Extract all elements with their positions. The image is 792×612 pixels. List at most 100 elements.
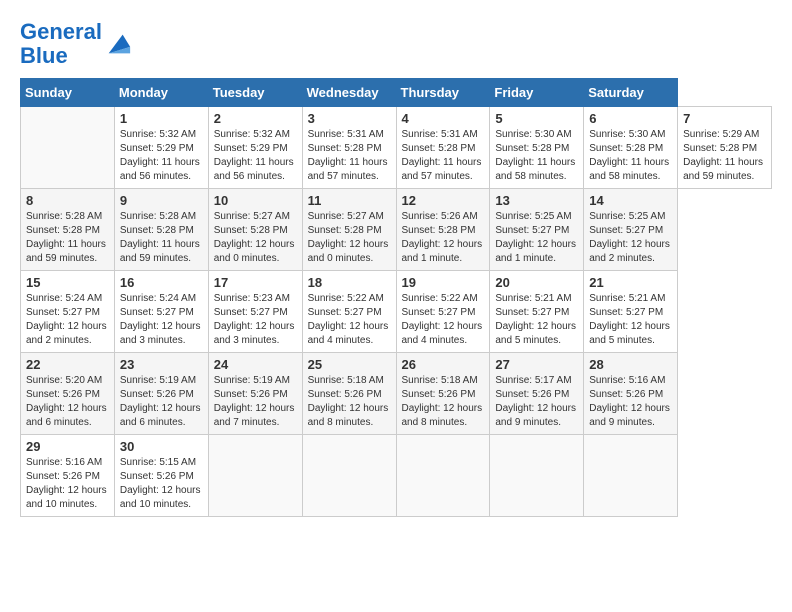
day-info: Sunrise: 5:30 AMSunset: 5:28 PMDaylight:… xyxy=(495,129,575,182)
calendar-cell: 27Sunrise: 5:17 AMSunset: 5:26 PMDayligh… xyxy=(490,353,584,435)
calendar-cell: 2 Sunrise: 5:32 AMSunset: 5:29 PMDaylight… xyxy=(208,107,302,189)
day-number: 7 xyxy=(683,111,766,126)
calendar-cell: 18 Sunrise: 5:22 AMSunset: 5:27 PMDayligh… xyxy=(302,271,396,353)
calendar-cell: 30Sunrise: 5:15 AMSunset: 5:26 PMDayligh… xyxy=(114,435,208,517)
day-number: 13 xyxy=(495,193,578,208)
calendar-cell: 25 Sunrise: 5:18 AMSunset: 5:26 PMDayligh… xyxy=(302,353,396,435)
day-number: 27 xyxy=(495,357,578,372)
calendar-cell: 6 Sunrise: 5:30 AMSunset: 5:28 PMDaylight… xyxy=(584,107,678,189)
calendar-cell: 12 Sunrise: 5:26 AMSunset: 5:28 PMDayligh… xyxy=(396,189,490,271)
calendar-cell xyxy=(396,435,490,517)
calendar-cell: 8 Sunrise: 5:28 AMSunset: 5:28 PMDaylight… xyxy=(21,189,115,271)
calendar-week-row: 29 Sunrise: 5:16 AMSunset: 5:26 PMDayligh… xyxy=(21,435,772,517)
day-number: 22 xyxy=(26,357,109,372)
day-number: 15 xyxy=(26,275,109,290)
calendar-body: 1 Sunrise: 5:32 AMSunset: 5:29 PMDaylight… xyxy=(21,107,772,517)
day-info: Sunrise: 5:22 AMSunset: 5:27 PMDaylight:… xyxy=(308,293,389,346)
calendar-cell: 3 Sunrise: 5:31 AMSunset: 5:28 PMDaylight… xyxy=(302,107,396,189)
calendar-cell: 24 Sunrise: 5:19 AMSunset: 5:26 PMDayligh… xyxy=(208,353,302,435)
day-number: 26 xyxy=(402,357,485,372)
day-info: Sunrise: 5:19 AMSunset: 5:26 PMDaylight:… xyxy=(214,375,295,428)
calendar-cell: 1 Sunrise: 5:32 AMSunset: 5:29 PMDaylight… xyxy=(114,107,208,189)
day-info: Sunrise: 5:24 AMSunset: 5:27 PMDaylight:… xyxy=(26,293,107,346)
logo-text: GeneralBlue xyxy=(20,20,102,68)
day-info: Sunrise: 5:19 AMSunset: 5:26 PMDaylight:… xyxy=(120,375,201,428)
calendar-cell: 16 Sunrise: 5:24 AMSunset: 5:27 PMDayligh… xyxy=(114,271,208,353)
day-info: Sunrise: 5:20 AMSunset: 5:26 PMDaylight:… xyxy=(26,375,107,428)
day-info: Sunrise: 5:21 AMSunset: 5:27 PMDaylight:… xyxy=(589,293,670,346)
day-number: 9 xyxy=(120,193,203,208)
header-cell-monday: Monday xyxy=(114,79,208,107)
calendar-cell: 14 Sunrise: 5:25 AMSunset: 5:27 PMDayligh… xyxy=(584,189,678,271)
day-info: Sunrise: 5:31 AMSunset: 5:28 PMDaylight:… xyxy=(308,129,388,182)
day-number: 29 xyxy=(26,439,109,454)
calendar-cell: 4 Sunrise: 5:31 AMSunset: 5:28 PMDaylight… xyxy=(396,107,490,189)
header-cell-tuesday: Tuesday xyxy=(208,79,302,107)
day-number: 28 xyxy=(589,357,672,372)
calendar-week-row: 22 Sunrise: 5:20 AMSunset: 5:26 PMDayligh… xyxy=(21,353,772,435)
calendar-cell: 15 Sunrise: 5:24 AMSunset: 5:27 PMDayligh… xyxy=(21,271,115,353)
day-info: Sunrise: 5:25 AMSunset: 5:27 PMDaylight:… xyxy=(589,211,670,264)
calendar-cell: 7 Sunrise: 5:29 AMSunset: 5:28 PMDaylight… xyxy=(678,107,772,189)
calendar-cell: 10 Sunrise: 5:27 AMSunset: 5:28 PMDayligh… xyxy=(208,189,302,271)
calendar-cell: 9 Sunrise: 5:28 AMSunset: 5:28 PMDaylight… xyxy=(114,189,208,271)
day-info: Sunrise: 5:27 AMSunset: 5:28 PMDaylight:… xyxy=(214,211,295,264)
calendar-cell: 29 Sunrise: 5:16 AMSunset: 5:26 PMDayligh… xyxy=(21,435,115,517)
day-number: 3 xyxy=(308,111,391,126)
calendar-week-row: 15 Sunrise: 5:24 AMSunset: 5:27 PMDayligh… xyxy=(21,271,772,353)
day-number: 4 xyxy=(402,111,485,126)
calendar-cell: 22 Sunrise: 5:20 AMSunset: 5:26 PMDayligh… xyxy=(21,353,115,435)
calendar-cell: 5 Sunrise: 5:30 AMSunset: 5:28 PMDaylight… xyxy=(490,107,584,189)
day-number: 24 xyxy=(214,357,297,372)
day-number: 2 xyxy=(214,111,297,126)
day-info: Sunrise: 5:21 AMSunset: 5:27 PMDaylight:… xyxy=(495,293,576,346)
day-number: 16 xyxy=(120,275,203,290)
header-cell-sunday: Sunday xyxy=(21,79,115,107)
day-info: Sunrise: 5:22 AMSunset: 5:27 PMDaylight:… xyxy=(402,293,483,346)
calendar-cell xyxy=(302,435,396,517)
calendar-cell: 11Sunrise: 5:27 AMSunset: 5:28 PMDayligh… xyxy=(302,189,396,271)
day-number: 8 xyxy=(26,193,109,208)
calendar-cell xyxy=(208,435,302,517)
day-info: Sunrise: 5:29 AMSunset: 5:28 PMDaylight:… xyxy=(683,129,763,182)
day-info: Sunrise: 5:28 AMSunset: 5:28 PMDaylight:… xyxy=(26,211,106,264)
day-info: Sunrise: 5:31 AMSunset: 5:28 PMDaylight:… xyxy=(402,129,482,182)
day-number: 25 xyxy=(308,357,391,372)
calendar-cell: 20 Sunrise: 5:21 AMSunset: 5:27 PMDayligh… xyxy=(490,271,584,353)
day-info: Sunrise: 5:23 AMSunset: 5:27 PMDaylight:… xyxy=(214,293,295,346)
calendar-cell xyxy=(490,435,584,517)
calendar-table: SundayMondayTuesdayWednesdayThursdayFrid… xyxy=(20,78,772,517)
day-info: Sunrise: 5:32 AMSunset: 5:29 PMDaylight:… xyxy=(120,129,200,182)
header-cell-thursday: Thursday xyxy=(396,79,490,107)
day-info: Sunrise: 5:16 AMSunset: 5:26 PMDaylight:… xyxy=(26,457,107,510)
calendar-week-row: 1 Sunrise: 5:32 AMSunset: 5:29 PMDaylight… xyxy=(21,107,772,189)
day-number: 10 xyxy=(214,193,297,208)
calendar-cell: 17Sunrise: 5:23 AMSunset: 5:27 PMDayligh… xyxy=(208,271,302,353)
day-number: 1 xyxy=(120,111,203,126)
day-info: Sunrise: 5:30 AMSunset: 5:28 PMDaylight:… xyxy=(589,129,669,182)
calendar-cell: 13 Sunrise: 5:25 AMSunset: 5:27 PMDayligh… xyxy=(490,189,584,271)
calendar-week-row: 8 Sunrise: 5:28 AMSunset: 5:28 PMDaylight… xyxy=(21,189,772,271)
day-number: 12 xyxy=(402,193,485,208)
calendar-cell: 26 Sunrise: 5:18 AMSunset: 5:26 PMDayligh… xyxy=(396,353,490,435)
day-number: 14 xyxy=(589,193,672,208)
day-number: 5 xyxy=(495,111,578,126)
day-number: 20 xyxy=(495,275,578,290)
calendar-header-row: SundayMondayTuesdayWednesdayThursdayFrid… xyxy=(21,79,772,107)
day-info: Sunrise: 5:18 AMSunset: 5:26 PMDaylight:… xyxy=(308,375,389,428)
day-number: 6 xyxy=(589,111,672,126)
day-info: Sunrise: 5:25 AMSunset: 5:27 PMDaylight:… xyxy=(495,211,576,264)
calendar-cell: 21Sunrise: 5:21 AMSunset: 5:27 PMDayligh… xyxy=(584,271,678,353)
day-info: Sunrise: 5:15 AMSunset: 5:26 PMDaylight:… xyxy=(120,457,201,510)
day-info: Sunrise: 5:28 AMSunset: 5:28 PMDaylight:… xyxy=(120,211,200,264)
logo-icon xyxy=(104,30,132,58)
day-info: Sunrise: 5:18 AMSunset: 5:26 PMDaylight:… xyxy=(402,375,483,428)
header-cell-wednesday: Wednesday xyxy=(302,79,396,107)
day-number: 18 xyxy=(308,275,391,290)
day-info: Sunrise: 5:26 AMSunset: 5:28 PMDaylight:… xyxy=(402,211,483,264)
day-info: Sunrise: 5:24 AMSunset: 5:27 PMDaylight:… xyxy=(120,293,201,346)
empty-cell xyxy=(21,107,115,189)
calendar-cell: 28Sunrise: 5:16 AMSunset: 5:26 PMDayligh… xyxy=(584,353,678,435)
day-info: Sunrise: 5:27 AMSunset: 5:28 PMDaylight:… xyxy=(308,211,389,264)
day-info: Sunrise: 5:32 AMSunset: 5:29 PMDaylight:… xyxy=(214,129,294,182)
